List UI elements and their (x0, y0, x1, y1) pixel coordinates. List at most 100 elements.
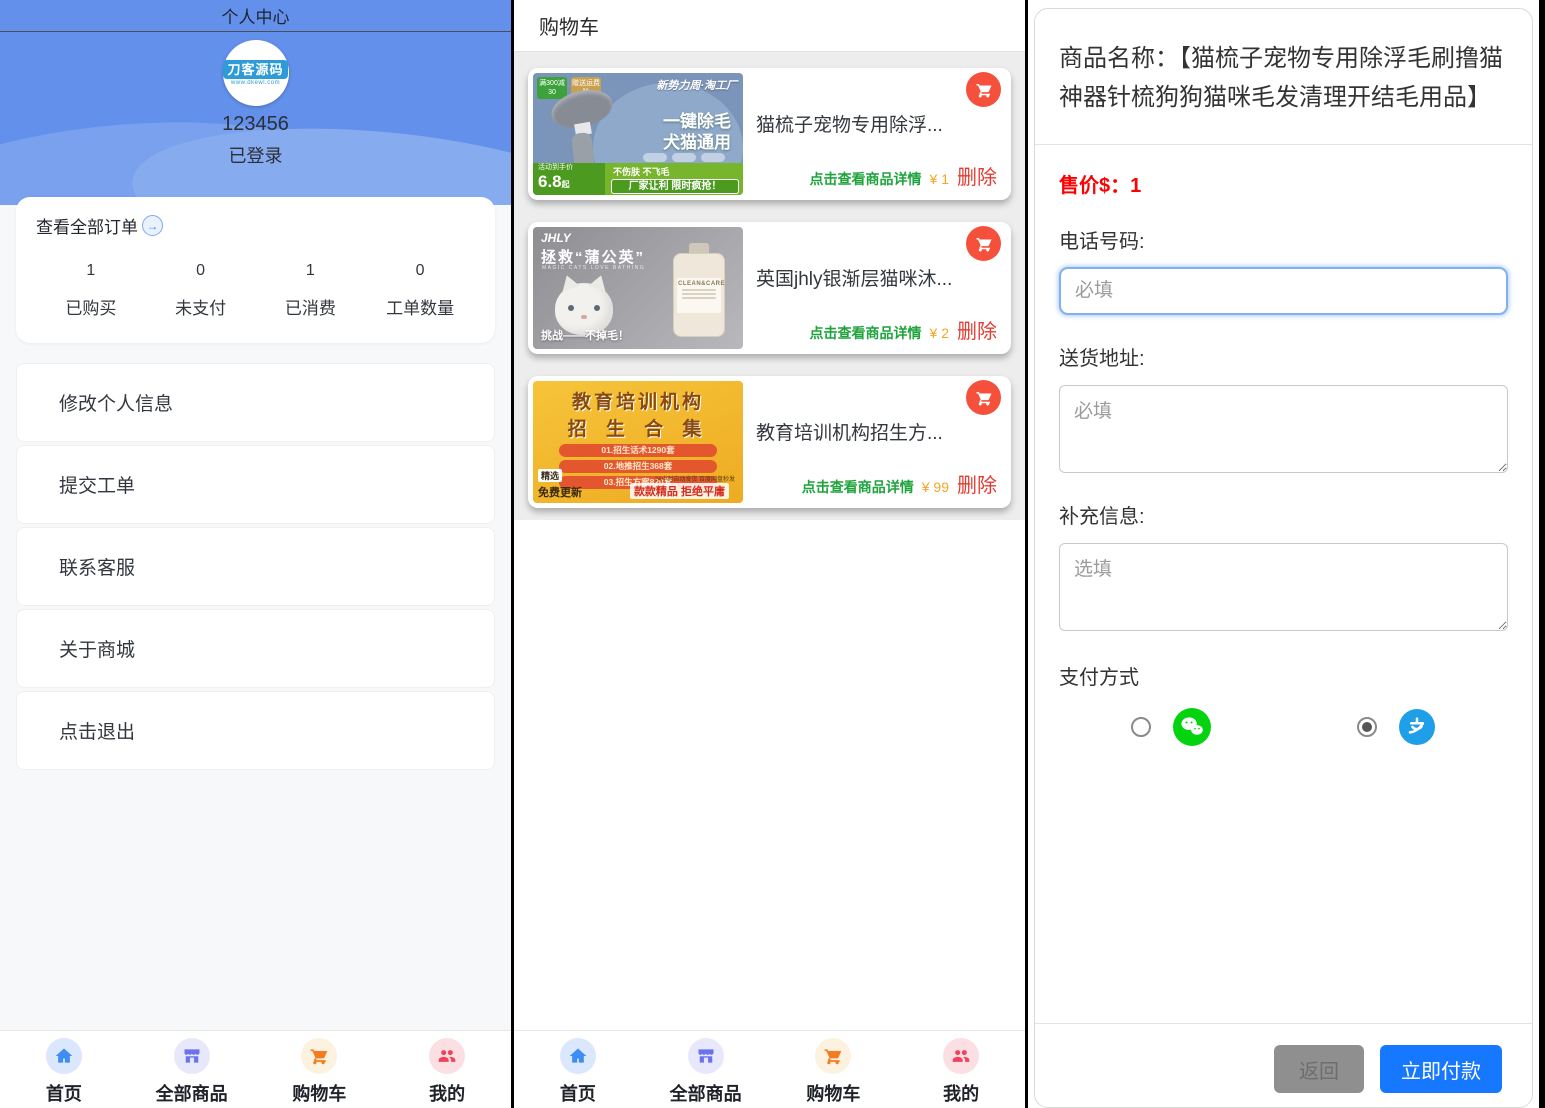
delete-button[interactable]: 删除 (957, 161, 997, 190)
nav-item-cart[interactable]: 购物车 (770, 1031, 898, 1108)
view-all-orders-label: 查看全部订单 (36, 213, 138, 238)
order-form: 售价$：1 电话号码: 送货地址: 补充信息: 支付方式 (1035, 169, 1532, 746)
stat-value: 0 (365, 262, 475, 280)
nav-label: 全部商品 (156, 1080, 228, 1106)
arrow-right-icon: → (142, 215, 163, 236)
wechat-radio[interactable] (1131, 717, 1151, 737)
nav-label: 我的 (429, 1080, 465, 1106)
delete-button[interactable]: 删除 (957, 469, 997, 498)
view-all-orders-link[interactable]: 查看全部订单 → (36, 213, 475, 238)
cart-header: 购物车 (514, 0, 1025, 52)
nav-item-me[interactable]: 我的 (383, 1031, 511, 1108)
stats-row: 1 已购买 0 未支付 1 已消费 0 工单数量 (36, 262, 475, 319)
image-subline: MAGIC CATS LOVE BATHING (542, 265, 645, 271)
profile-hero: 刀客源码 www.dkewl.com 123456 已登录 (0, 32, 511, 205)
payment-option-wechat[interactable] (1059, 708, 1284, 746)
address-input[interactable] (1059, 385, 1508, 473)
nav-item-all-products[interactable]: 全部商品 (128, 1031, 256, 1108)
cart-item-actions: 点击查看商品详情 ¥ 1 删除 (810, 161, 997, 190)
order-panel: 商品名称：【猫梳子宠物专用除浮毛刷撸猫神器针梳狗狗猫咪毛发清理开结毛用品】 售价… (1028, 0, 1539, 1108)
product-image-shampoo[interactable]: JHLY 拯救“蒲公英” MAGIC CATS LOVE BATHING CLE… (533, 227, 743, 349)
item-price: ¥ 2 (930, 325, 949, 341)
delete-button[interactable]: 删除 (957, 315, 997, 344)
alipay-icon (1399, 709, 1435, 745)
nav-item-home[interactable]: 首页 (514, 1031, 642, 1108)
view-detail-link[interactable]: 点击查看商品详情 (810, 169, 922, 189)
image-note: 24小时自动发货 百度网盘秒发 (655, 474, 735, 483)
nav-item-me[interactable]: 我的 (897, 1031, 1025, 1108)
cart-badge-icon[interactable] (966, 380, 1001, 415)
stat-label: 工单数量 (365, 294, 475, 319)
cart-panel: 购物车 满300减30 赠送运费险 新势力周·淘工厂 一键除毛 犬猫通用 活 (514, 0, 1028, 1108)
view-detail-link[interactable]: 点击查看商品详情 (810, 323, 922, 343)
payment-method-label: 支付方式 (1059, 661, 1508, 690)
pay-now-button[interactable]: 立即付款 (1380, 1045, 1502, 1093)
image-headline: 拯救“蒲公英” (541, 246, 645, 267)
personal-center-header: 个人中心 (0, 0, 511, 32)
bottle-illustration: CLEAN&CARE (673, 253, 725, 337)
logo-url: www.dkewl.com (231, 80, 280, 86)
cart-icon (815, 1038, 851, 1074)
extra-info-input[interactable] (1059, 543, 1508, 631)
item-price: ¥ 99 (922, 479, 949, 495)
payment-options (1059, 708, 1508, 746)
payment-option-alipay[interactable] (1284, 708, 1509, 746)
menu-item-logout[interactable]: 点击退出 (16, 691, 495, 770)
stat-unpaid: 0 未支付 (146, 262, 256, 319)
nav-label: 购物车 (806, 1080, 860, 1106)
cart-list: 满300减30 赠送运费险 新势力周·淘工厂 一键除毛 犬猫通用 活动到手价 6… (514, 52, 1025, 520)
stat-value: 1 (36, 262, 146, 280)
stat-consumed: 1 已消费 (256, 262, 366, 319)
nav-label: 全部商品 (670, 1080, 742, 1106)
stat-purchased: 1 已购买 (36, 262, 146, 319)
back-button[interactable]: 返回 (1274, 1045, 1364, 1093)
home-icon (46, 1038, 82, 1074)
personal-center-panel: 个人中心 刀客源码 www.dkewl.com 123456 已登录 查看全部订… (0, 0, 514, 1108)
content-bar: 02.地推招生368套 (559, 460, 717, 473)
avatar[interactable]: 刀客源码 www.dkewl.com (223, 40, 289, 106)
phone-input[interactable] (1059, 267, 1508, 315)
cart-item-actions: 点击查看商品详情 ¥ 99 删除 (802, 469, 997, 498)
stat-label: 已消费 (256, 294, 366, 319)
image-headline: 犬猫通用 (663, 128, 731, 153)
menu-item-contact-support[interactable]: 联系客服 (16, 527, 495, 606)
cart-item-education: 教育培训机构 招 生 合 集 01.招生话术1290套 02.地推招生368套 … (528, 376, 1011, 508)
users-icon (943, 1038, 979, 1074)
stat-value: 1 (256, 262, 366, 280)
image-price-box: 活动到手价 6.8起 (533, 163, 605, 195)
cart-badge-icon[interactable] (966, 226, 1001, 261)
stat-value: 0 (146, 262, 256, 280)
campaign-text: 新势力周·淘工厂 (656, 77, 737, 93)
view-detail-link[interactable]: 点击查看商品详情 (802, 477, 914, 497)
alipay-radio[interactable] (1357, 717, 1377, 737)
nav-item-cart[interactable]: 购物车 (256, 1031, 384, 1108)
cart-item-brush: 满300减30 赠送运费险 新势力周·淘工厂 一键除毛 犬猫通用 活动到手价 6… (528, 68, 1011, 200)
nav-label: 首页 (46, 1080, 82, 1106)
cart-icon (301, 1038, 337, 1074)
sale-price: 售价$：1 (1059, 169, 1508, 198)
menu-item-submit-ticket[interactable]: 提交工单 (16, 445, 495, 524)
cart-item-title[interactable]: 教育培训机构招生方... (756, 418, 953, 445)
image-footer: 活动到手价 6.8起 不伤肤 不飞毛 厂家让利 限时疯抢！ (533, 163, 743, 195)
wechat-icon (1173, 708, 1211, 746)
cart-item-title[interactable]: 猫梳子宠物专用除浮... (756, 110, 953, 137)
home-icon (560, 1038, 596, 1074)
product-image-education[interactable]: 教育培训机构 招 生 合 集 01.招生话术1290套 02.地推招生368套 … (533, 381, 743, 503)
product-image-brush[interactable]: 满300减30 赠送运费险 新势力周·淘工厂 一键除毛 犬猫通用 活动到手价 6… (533, 73, 743, 195)
cart-badge-icon[interactable] (966, 72, 1001, 107)
login-status: 已登录 (0, 142, 511, 168)
image-headline: 教育培训机构 (533, 387, 743, 414)
menu-item-about-mall[interactable]: 关于商城 (16, 609, 495, 688)
store-icon (174, 1038, 210, 1074)
nav-item-all-products[interactable]: 全部商品 (642, 1031, 770, 1108)
extra-info-label: 补充信息: (1059, 500, 1508, 529)
feature-pills (643, 153, 725, 162)
image-slogans: 不伤肤 不飞毛 厂家让利 限时疯抢！ (605, 163, 743, 195)
product-name: 商品名称：【猫梳子宠物专用除浮毛刷撸猫神器针梳狗狗猫咪毛发清理开结毛用品】 (1035, 9, 1532, 145)
stat-label: 已购买 (36, 294, 146, 319)
menu-item-edit-profile[interactable]: 修改个人信息 (16, 363, 495, 442)
stat-label: 未支付 (146, 294, 256, 319)
username: 123456 (0, 113, 511, 136)
cart-item-title[interactable]: 英国jhly银渐层猫咪沐... (756, 264, 953, 291)
nav-item-home[interactable]: 首页 (0, 1031, 128, 1108)
